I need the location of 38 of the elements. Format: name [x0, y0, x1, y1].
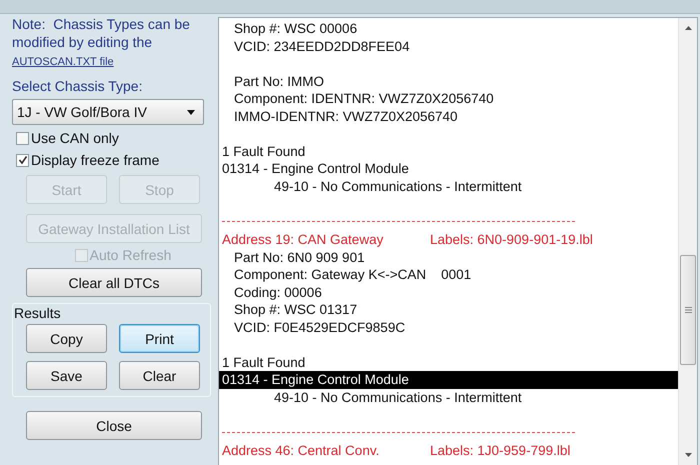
labels-file: Labels: 6N0-909-901-19.lbl: [430, 231, 593, 248]
close-button[interactable]: Close: [26, 411, 202, 440]
results-button[interactable]: Copy: [26, 324, 107, 353]
module-address: Address 19: CAN Gateway: [222, 231, 384, 248]
clear-dtcs-button[interactable]: Clear all DTCs: [26, 268, 202, 297]
log-line: Component: IDENTNR: VWZ7Z0X2056740: [233, 90, 495, 108]
results-button[interactable]: Print: [119, 324, 200, 353]
log-line: 49-10 - No Communications - Intermittent: [273, 178, 523, 195]
scroll-down-icon[interactable]: [684, 453, 692, 457]
option-checkbox[interactable]: Display freeze frame: [16, 151, 204, 169]
results-button[interactable]: Save: [26, 361, 107, 390]
module-address: Address 46: Central Conv.: [222, 442, 380, 460]
log-line: Part No: IMMO: [233, 72, 326, 90]
log-line: Coding: 00006: [233, 284, 323, 301]
labels-file: Labels: 1J0-959-799.lbl: [430, 442, 570, 460]
option-checkbox[interactable]: Use CAN only: [16, 129, 204, 147]
log-line: 1 Fault Found: [221, 142, 306, 160]
scroll-thumb[interactable]: [680, 255, 696, 365]
log-line: Shop #: WSC 00006: [233, 20, 358, 38]
log-line: Component: Gateway K<->CAN 0001: [233, 266, 472, 284]
results-button[interactable]: Clear: [119, 361, 200, 390]
log-line: 1 Fault Found: [221, 354, 306, 371]
note-text: Note: Chassis Types can be modified by editing the AUTOSCAN.TXT file: [12, 15, 191, 70]
log-line: Shop #: WSC 01317: [233, 301, 358, 318]
log-line: 01314 - Engine Control Module: [221, 160, 410, 178]
log-line: IMMO-IDENTNR: VWZ7Z0X2056740: [233, 108, 459, 125]
log-line: Part No: 6N0 909 901: [233, 248, 366, 266]
chassis-label: Select Chassis Type:: [12, 77, 144, 95]
scrollbar[interactable]: [678, 18, 697, 465]
results-title: Results: [14, 305, 61, 321]
checkmark-icon: [18, 155, 28, 165]
log-line: 49-10 - No Communications - Intermittent: [273, 388, 523, 406]
chassis-dropdown[interactable]: 1J - VW Golf/Bora IV: [12, 99, 204, 125]
dropdown-caret-icon: [187, 110, 195, 114]
autoscan-link[interactable]: AUTOSCAN.TXT file: [12, 56, 114, 68]
log-line: VCID: 234EEDD2DD8FEE04: [233, 38, 411, 55]
scroll-up-icon[interactable]: [684, 26, 692, 30]
log-line: VCID: F0E4529EDCF9859C: [233, 318, 406, 336]
